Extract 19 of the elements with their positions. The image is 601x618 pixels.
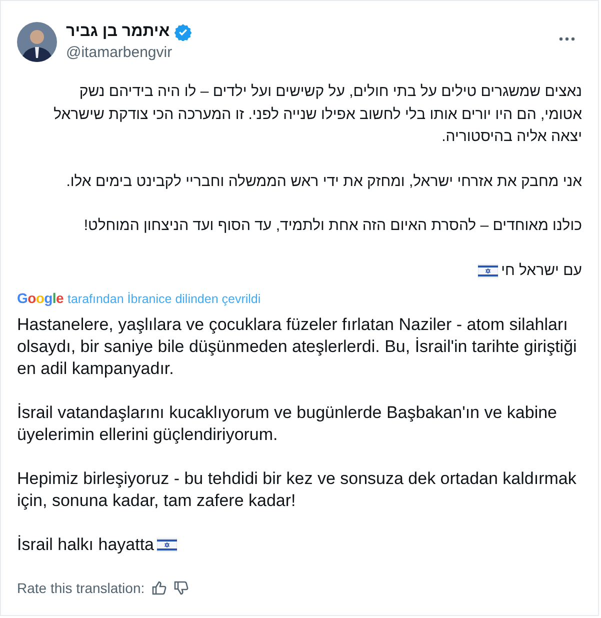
thumbs-up-icon[interactable] — [150, 580, 167, 596]
google-logo: Google — [17, 290, 64, 306]
rate-translation-label: Rate this translation: — [17, 580, 145, 596]
author-handle[interactable]: @itamarbengvir — [66, 43, 549, 63]
translated-paragraph: Hepimiz birleşiyoruz - bu tehdidi bir kez ve sonsuza dek ortadan kaldırmak için, sonuna kadar, tam zafere kadar! — [17, 468, 578, 512]
translation-source-note: tarafından İbranice dilinden çevrildi — [67, 292, 261, 306]
translated-paragraph: İsrail vatandaşlarını kucaklıyorum ve bugünlerde Başbakan'ın ve kabine üyelerimin ellerini güçlendiriyorum. — [17, 402, 558, 446]
tweet-paragraph: אני מחבק את אזרחי ישראל, ומחזק את ידי ראש הממשלה וחבריי לקבינט בימים אלו. — [65, 172, 582, 192]
thumbs-down-icon[interactable] — [172, 580, 189, 596]
translated-closing-line: İsrail halkı hayatta — [17, 534, 154, 556]
more-options-icon[interactable] — [558, 36, 576, 42]
tweet-paragraph: נאצים שמשגרים טילים על בתי חולים, על קשישים ועל ילדים – לו היה בידיהם נשק אטומי, הם היו יורים אותו בלי לחשוב אפילו שנייה לפני. זו המערכה הכי צודקת שישראל יצאה אליה בהיסטוריה. — [52, 82, 582, 147]
avatar[interactable] — [17, 22, 57, 62]
flag-icon — [157, 538, 178, 552]
tweet-closing-line: עם ישראל חי — [501, 260, 582, 280]
flag-icon — [478, 264, 498, 278]
author-name[interactable]: איתמר בן גביר — [66, 22, 170, 42]
translated-paragraph: Hastanelere, yaşlılara ve çocuklara füzeler fırlatan Naziler - atom silahları olsaydı, bir saniye bile düşünmeden ateşlerlerdi. Bu, İsrail'in tarihte giriştiği en adil kampanyadır. — [17, 314, 578, 380]
tweet-paragraph: כולנו מאוחדים – להסרת האיום הזה אחת ולתמיד, עד הסוף ועד הניצחון המוחלט! — [82, 216, 582, 236]
